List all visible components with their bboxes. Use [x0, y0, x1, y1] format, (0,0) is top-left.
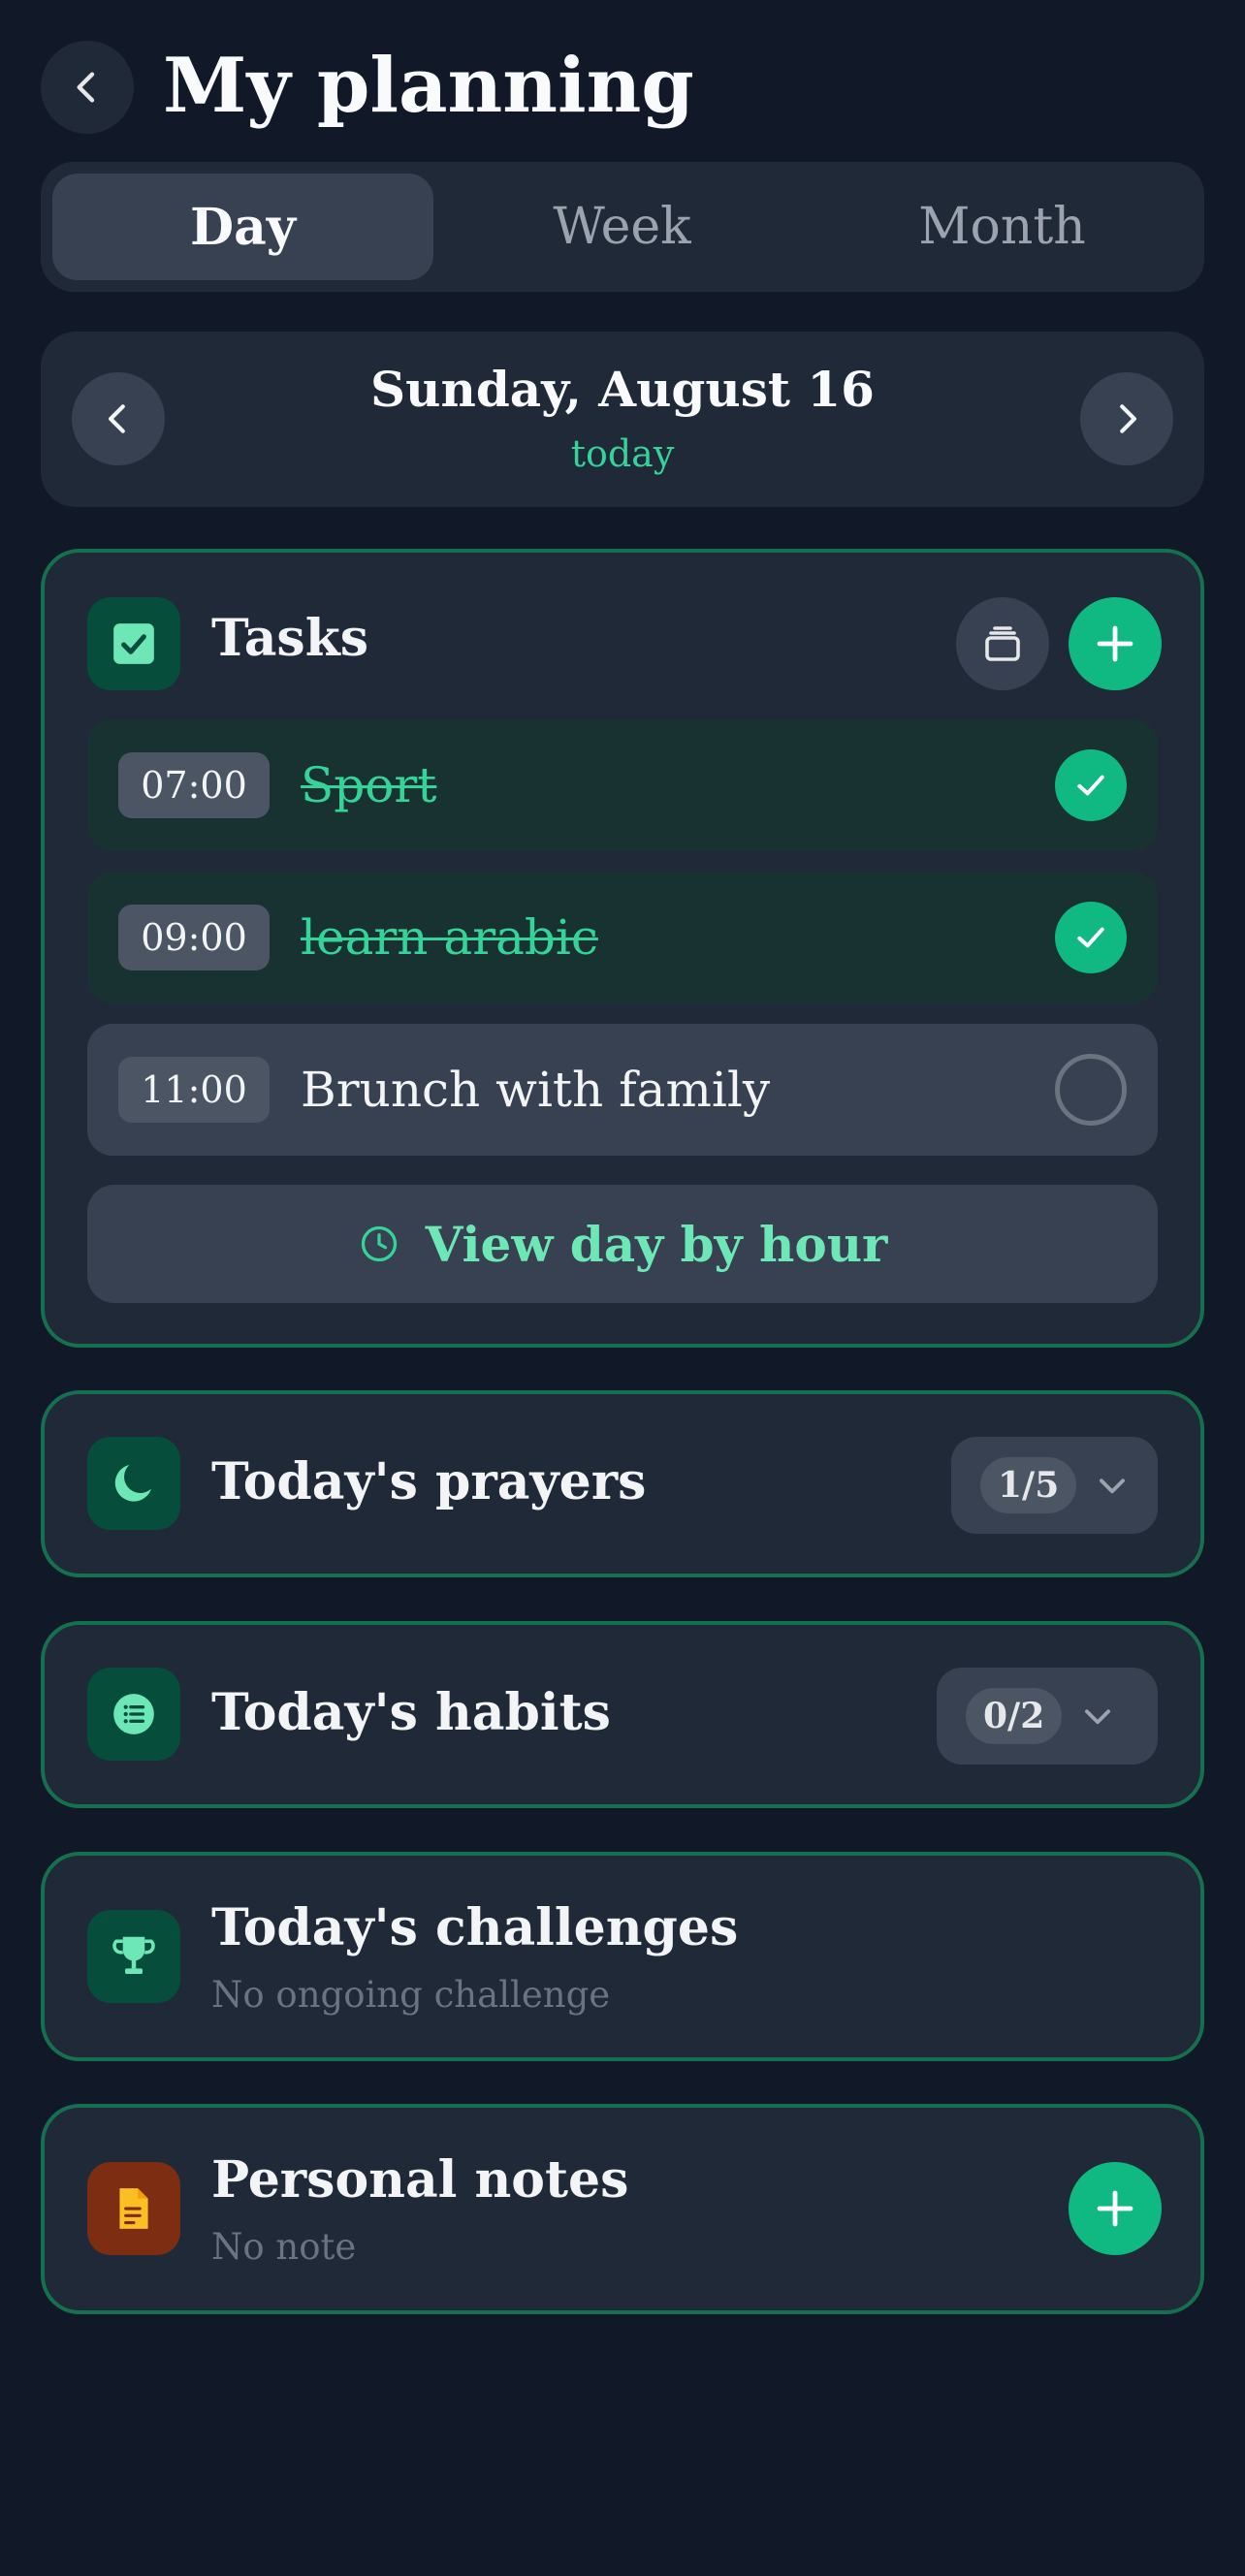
tasks-card: Tasks 07:00 Sport 09:00 learn arabic 11:…	[41, 549, 1204, 1348]
personal-notes-card[interactable]: Personal notes No note	[41, 2104, 1204, 2314]
task-done-toggle[interactable]	[1055, 1054, 1127, 1126]
plus-icon	[1097, 2190, 1133, 2227]
back-button[interactable]	[41, 41, 134, 134]
challenges-subtitle: No ongoing challenge	[211, 1974, 611, 2016]
task-label: learn arabic	[301, 909, 598, 966]
tasks-icon-tile	[87, 597, 180, 690]
habits-count-badge: 0/2	[966, 1688, 1063, 1744]
page-title: My planning	[163, 42, 694, 130]
checkbox-icon	[113, 623, 154, 664]
prayers-card[interactable]: Today's prayers 1/5	[41, 1390, 1204, 1577]
task-time: 09:00	[118, 905, 270, 970]
task-done-toggle[interactable]	[1055, 749, 1127, 821]
layers-icon	[985, 626, 1020, 661]
view-day-by-hour-label: View day by hour	[425, 1215, 888, 1273]
prayers-progress-dropdown[interactable]: 1/5	[951, 1437, 1158, 1534]
task-time: 07:00	[118, 752, 270, 818]
tab-day[interactable]: Day	[52, 174, 433, 280]
prayers-icon-tile	[87, 1437, 180, 1530]
prayers-title: Today's prayers	[211, 1452, 647, 1511]
task-time: 11:00	[118, 1057, 270, 1123]
tasks-title: Tasks	[211, 609, 368, 668]
habits-title: Today's habits	[211, 1683, 611, 1742]
check-icon	[1077, 775, 1104, 796]
task-done-toggle[interactable]	[1055, 902, 1127, 973]
challenges-title: Today's challenges	[211, 1898, 739, 1957]
task-label: Sport	[301, 757, 437, 813]
notes-subtitle: No note	[211, 2226, 357, 2268]
habits-card[interactable]: Today's habits 0/2	[41, 1621, 1204, 1808]
chevron-right-icon	[1120, 404, 1136, 433]
chevron-down-icon	[1100, 1479, 1126, 1494]
chevron-left-icon	[77, 72, 95, 103]
list-icon	[113, 1694, 154, 1734]
add-note-button[interactable]	[1069, 2162, 1162, 2255]
next-day-button[interactable]	[1080, 372, 1173, 465]
challenges-card[interactable]: Today's challenges No ongoing challenge	[41, 1852, 1204, 2061]
document-icon	[119, 2188, 148, 2229]
task-row[interactable]: 07:00 Sport	[87, 719, 1158, 851]
current-date: Sunday, August 16	[370, 361, 875, 418]
task-row[interactable]: 11:00 Brunch with family	[87, 1024, 1158, 1156]
challenges-icon-tile	[87, 1910, 180, 2003]
clock-icon	[361, 1225, 397, 1262]
notes-title: Personal notes	[211, 2150, 629, 2210]
habits-progress-dropdown[interactable]: 0/2	[937, 1668, 1158, 1765]
date-navigator: Sunday, August 16 today	[41, 332, 1204, 507]
tab-month[interactable]: Month	[812, 174, 1193, 280]
relative-date-label: today	[570, 432, 675, 475]
prayers-count-badge: 1/5	[980, 1457, 1077, 1513]
moon-icon	[114, 1464, 151, 1502]
task-row[interactable]: 09:00 learn arabic	[87, 872, 1158, 1003]
habits-icon-tile	[87, 1668, 180, 1761]
check-icon	[1077, 927, 1104, 948]
add-task-button[interactable]	[1069, 597, 1162, 690]
tab-week[interactable]: Week	[431, 174, 813, 280]
view-segmented-control: Day Week Month	[41, 162, 1204, 292]
task-label: Brunch with family	[301, 1062, 771, 1118]
trophy-icon	[112, 1936, 155, 1974]
notes-icon-tile	[87, 2162, 180, 2255]
task-templates-button[interactable]	[956, 597, 1049, 690]
view-day-by-hour-button[interactable]: View day by hour	[87, 1185, 1158, 1303]
chevron-down-icon	[1085, 1709, 1111, 1725]
plus-icon	[1097, 625, 1133, 662]
